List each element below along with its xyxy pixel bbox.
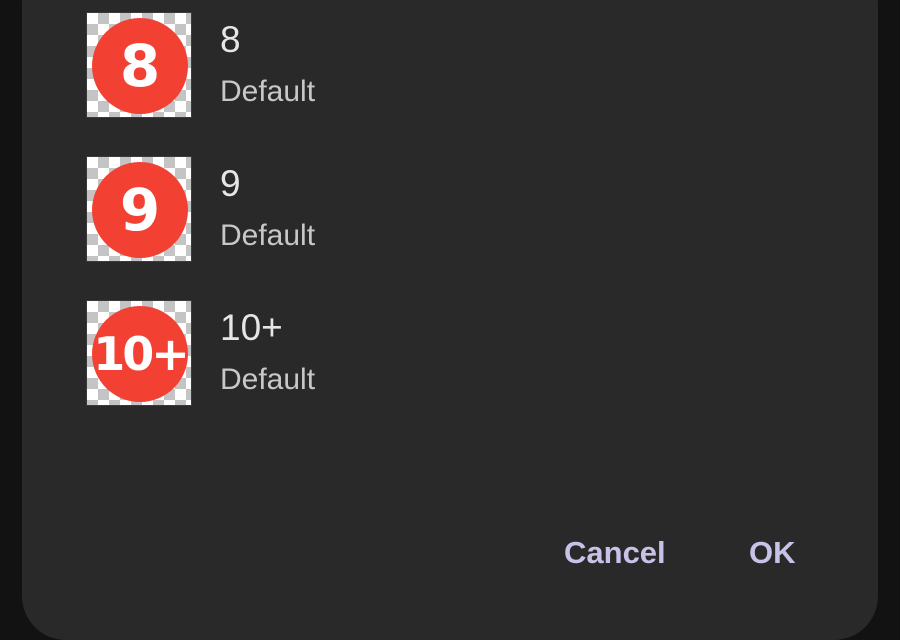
badge-number-icon: 8 <box>92 18 188 114</box>
badge-preview-icon: 8 <box>86 12 192 118</box>
badge-number-icon: 10+ <box>92 306 190 402</box>
badge-picker-dialog: 8 8 Default 9 9 Default 10+ 10+ Default … <box>22 0 878 640</box>
item-title: 8 <box>220 19 241 60</box>
item-subtitle: Default <box>220 363 316 396</box>
item-subtitle: Default <box>220 219 316 252</box>
dialog-actions: Cancel OK <box>22 528 878 588</box>
badge-number-icon: 9 <box>92 162 188 258</box>
ok-button[interactable]: OK <box>741 528 804 578</box>
list-item-badge-8[interactable]: 8 8 Default <box>22 12 878 142</box>
item-title: 10+ <box>220 307 283 348</box>
cancel-button[interactable]: Cancel <box>556 528 674 578</box>
item-title: 9 <box>220 163 241 204</box>
list-item-badge-9[interactable]: 9 9 Default <box>22 156 878 286</box>
list-item-badge-10-plus[interactable]: 10+ 10+ Default <box>22 300 878 430</box>
item-subtitle: Default <box>220 75 316 108</box>
badge-preview-icon: 10+ <box>86 300 192 406</box>
badge-preview-icon: 9 <box>86 156 192 262</box>
